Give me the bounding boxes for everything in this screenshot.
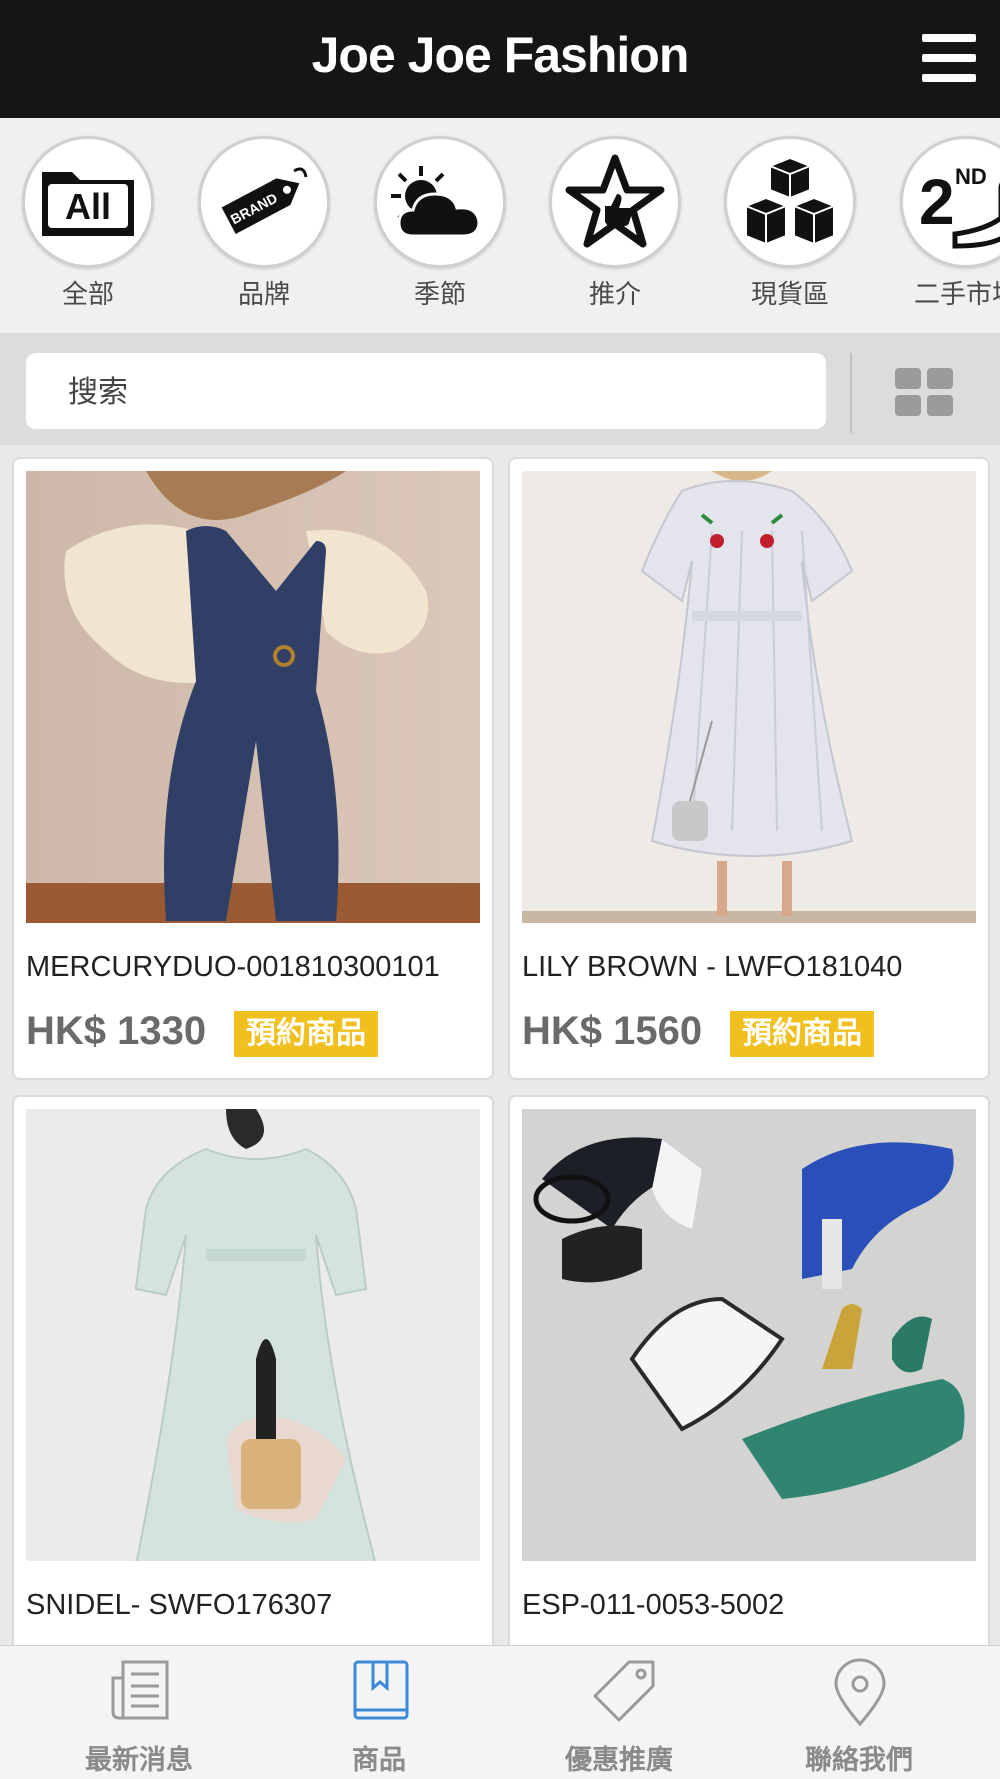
tab-label: 最新消息 bbox=[85, 1745, 193, 1776]
search-input[interactable] bbox=[66, 353, 810, 431]
product-name: MERCURYDUO-001810300101 bbox=[26, 951, 440, 983]
product-photo bbox=[26, 1109, 480, 1561]
search-box bbox=[26, 353, 826, 431]
tab-contact[interactable]: 聯絡我們 bbox=[734, 1646, 984, 1779]
2nd-hand-icon: 2 ND bbox=[900, 136, 1000, 268]
category-label: 推介 bbox=[588, 280, 641, 310]
app-title: Joe Joe Fashion bbox=[311, 27, 690, 83]
product-card[interactable]: MERCURYDUO-001810300101 HK$ 1330 預約商品 bbox=[12, 457, 494, 1080]
svg-text:ND: ND bbox=[955, 164, 987, 189]
category-label: 現貨區 bbox=[750, 280, 829, 310]
category-brand[interactable]: BRAND 品牌 bbox=[194, 136, 334, 311]
bookmark-book-icon bbox=[353, 1660, 409, 1720]
category-label: 全部 bbox=[61, 280, 114, 310]
preorder-badge: 預約商品 bbox=[730, 1011, 874, 1057]
tab-promotions[interactable]: 優惠推廣 bbox=[494, 1646, 744, 1779]
search-bar-row bbox=[0, 333, 1000, 445]
category-all[interactable]: All 全部 bbox=[18, 136, 158, 311]
tab-label: 商品 bbox=[352, 1745, 406, 1776]
product-card[interactable]: ESP-011-0053-5002 bbox=[508, 1095, 990, 1645]
divider bbox=[850, 353, 852, 433]
app-header: Joe Joe Fashion bbox=[0, 0, 1000, 118]
product-card[interactable]: LILY BROWN - LWFO181040 HK$ 1560 預約商品 bbox=[508, 457, 990, 1080]
category-in-stock[interactable]: 現貨區 bbox=[720, 136, 860, 311]
star-thumbs-up-icon bbox=[549, 136, 681, 268]
weather-sun-cloud-icon bbox=[374, 136, 506, 268]
menu-icon[interactable] bbox=[922, 34, 976, 82]
category-recommend[interactable]: 推介 bbox=[545, 136, 685, 311]
product-photo bbox=[522, 471, 976, 923]
category-strip: All 全部 BRAND 品牌 季節 推介 現貨區 2 ND 二手市 bbox=[0, 118, 1000, 333]
product-name: ESP-011-0053-5002 bbox=[522, 1589, 785, 1621]
preorder-badge: 預約商品 bbox=[234, 1011, 378, 1057]
category-label: 季節 bbox=[413, 280, 466, 310]
location-pin-icon bbox=[834, 1658, 886, 1727]
product-photo bbox=[522, 1109, 976, 1561]
tab-label: 優惠推廣 bbox=[565, 1745, 673, 1776]
stacked-boxes-icon bbox=[724, 136, 856, 268]
product-card[interactable]: SNIDEL- SWFO176307 bbox=[12, 1095, 494, 1645]
category-second-hand[interactable]: 2 ND 二手市場 bbox=[896, 136, 1000, 311]
brand-tag-icon: BRAND bbox=[198, 136, 330, 268]
tab-products[interactable]: 商品 bbox=[254, 1646, 504, 1779]
product-photo bbox=[26, 471, 480, 923]
product-grid: MERCURYDUO-001810300101 HK$ 1330 預約商品 LI… bbox=[0, 445, 1000, 1645]
product-name: LILY BROWN - LWFO181040 bbox=[522, 951, 903, 983]
price-tag-icon bbox=[593, 1660, 655, 1722]
product-name: SNIDEL- SWFO176307 bbox=[26, 1589, 333, 1621]
newspaper-icon bbox=[111, 1660, 169, 1720]
tab-news[interactable]: 最新消息 bbox=[14, 1646, 264, 1779]
product-price: HK$ 1330 bbox=[26, 1009, 207, 1053]
svg-text:2: 2 bbox=[919, 166, 955, 238]
category-label: 品牌 bbox=[237, 280, 290, 310]
category-label: 二手市場 bbox=[913, 280, 1000, 310]
svg-text:All: All bbox=[65, 186, 111, 227]
bottom-tab-bar: 最新消息 商品 優惠推廣 聯絡我們 bbox=[0, 1645, 1000, 1779]
category-season[interactable]: 季節 bbox=[370, 136, 510, 311]
product-price: HK$ 1560 bbox=[522, 1009, 703, 1053]
all-folder-icon: All bbox=[22, 136, 154, 268]
tab-label: 聯絡我們 bbox=[805, 1745, 913, 1776]
grid-view-icon[interactable] bbox=[895, 368, 955, 418]
